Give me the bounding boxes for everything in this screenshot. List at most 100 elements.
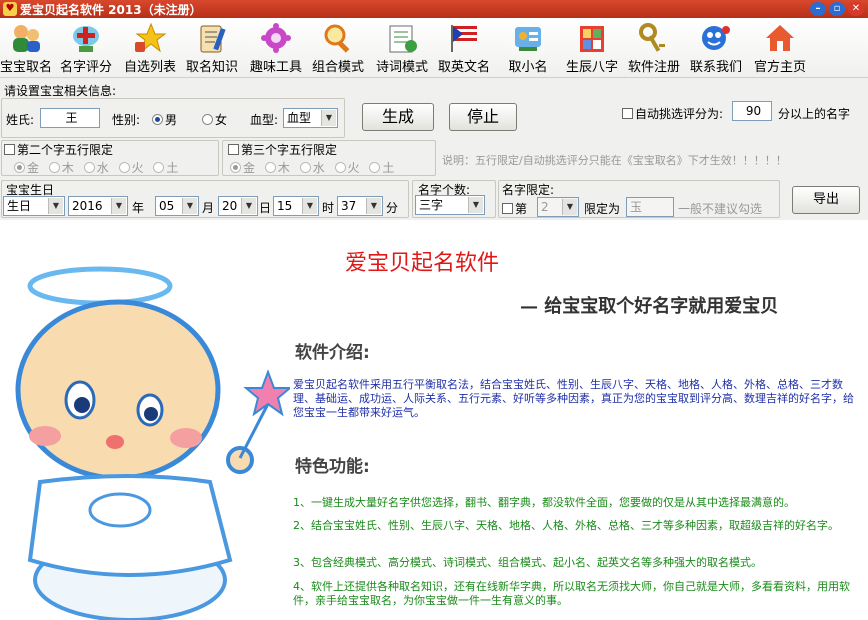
bazi-icon	[580, 26, 604, 52]
element-radio[interactable]: 金	[230, 161, 255, 175]
minimize-icon[interactable]: –	[810, 2, 826, 16]
element-radio[interactable]: 水	[299, 161, 325, 175]
chevron-down-icon: ▼	[468, 197, 483, 213]
score-icon	[73, 26, 99, 52]
birth-type-select[interactable]: 生日 ▼	[3, 196, 65, 216]
window-title: 爱宝贝起名软件 2013（未注册）	[20, 3, 202, 17]
auto-score-label: 自动挑选评分为:	[635, 107, 724, 121]
limit-char-input[interactable]: 玉	[626, 197, 674, 217]
tool-contact-button[interactable]: 联系我们	[684, 20, 748, 76]
baby-icon	[13, 25, 40, 52]
hour-value: 15	[277, 199, 293, 213]
element-radio[interactable]: 火	[334, 161, 360, 175]
element-radio[interactable]: 金	[14, 161, 39, 175]
flag-icon	[451, 25, 477, 52]
limit-pos-prefix: 第	[515, 202, 528, 216]
blood-label: 血型:	[250, 113, 279, 127]
tool-combo-mode-button[interactable]: 组合模式	[306, 20, 370, 76]
second-char-elements: 金 木 水 火 土	[14, 159, 178, 176]
tool-nickname-button[interactable]: 取小名	[496, 20, 560, 76]
limit-hint: 一般不建议勾选	[678, 202, 763, 216]
tool-poem-mode-button[interactable]: 诗词模式	[370, 20, 434, 76]
tools-icon	[515, 27, 541, 51]
name-length-select[interactable]: 三字 ▼	[415, 195, 485, 215]
blood-type-select[interactable]: 血型 ▼	[283, 108, 338, 128]
tool-homepage-button[interactable]: 官方主页	[748, 20, 812, 76]
chevron-down-icon: ▼	[241, 198, 256, 214]
second-char-label: 第二个字五行限定	[17, 143, 114, 157]
tool-english-name-button[interactable]: 取英文名	[432, 20, 496, 76]
year-value: 2016	[72, 199, 103, 213]
maximize-icon[interactable]: ▫	[829, 2, 845, 16]
home-icon	[766, 25, 794, 51]
tool-fun-tools-button[interactable]: 趣味工具	[244, 20, 308, 76]
gender-male-label: 男	[165, 113, 178, 127]
chevron-down-icon: ▼	[48, 198, 63, 214]
auto-score-suffix: 分以上的名字	[778, 107, 851, 121]
element-radio[interactable]: 水	[83, 161, 109, 175]
settings-panel: 请设置宝宝相关信息: 姓氏: 王 性别: 男 女 血型: 血型 ▼ 生成 停止 自…	[0, 78, 868, 220]
features-heading: 特色功能:	[295, 457, 370, 477]
toolbar: 宝宝取名 名字评分 自选列表 取名知识 趣味工具 组合模式 诗词模式 取英文名 …	[0, 18, 868, 78]
app-icon: ♥	[3, 2, 17, 16]
element-radio[interactable]: 木	[48, 161, 74, 175]
stop-button[interactable]: 停止	[449, 103, 517, 131]
name-limit-checkbox[interactable]: 第	[502, 200, 527, 217]
tool-favorites-button[interactable]: 自选列表	[118, 20, 182, 76]
app-name-heading: 爱宝贝起名软件	[345, 251, 500, 276]
feature-item: 2、结合宝宝姓氏、性别、生辰八字、天格、地格、人格、外格、总格、三才等多种因素，…	[293, 519, 839, 532]
third-char-checkbox[interactable]: 第三个字五行限定	[228, 141, 337, 158]
chevron-down-icon: ▼	[562, 199, 577, 215]
minute-unit: 分	[386, 201, 399, 215]
tool-baby-naming-button[interactable]: 宝宝取名	[0, 20, 58, 76]
month-unit: 月	[202, 201, 215, 215]
month-select[interactable]: 05 ▼	[155, 196, 199, 216]
year-unit: 年	[132, 201, 145, 215]
limit-position-select[interactable]: 2 ▼	[537, 197, 579, 217]
feature-item: 4、软件上还提供各种取名知识，还有在线新华字典，所以取名无须找大师，你自己就是大…	[293, 580, 850, 607]
magnifier-icon	[324, 24, 350, 53]
year-select[interactable]: 2016 ▼	[68, 196, 128, 216]
auto-score-checkbox[interactable]: 自动挑选评分为:	[622, 105, 723, 122]
title-bar: ♥ 爱宝贝起名软件 2013（未注册） – ▫ ✕	[0, 0, 868, 18]
minute-select[interactable]: 37 ▼	[337, 196, 383, 216]
chevron-down-icon: ▼	[366, 198, 381, 214]
element-radio[interactable]: 木	[264, 161, 290, 175]
third-char-elements: 金 木 水 火 土	[230, 159, 394, 176]
auto-score-input[interactable]: 90	[732, 101, 772, 121]
feature-item: 3、包含经典模式、高分模式、诗词模式、组合模式、起小名、起英文名等多种强大的取名…	[293, 556, 762, 569]
tool-label: 名字评分	[59, 60, 112, 75]
tool-label: 联系我们	[689, 60, 742, 75]
day-select[interactable]: 20 ▼	[218, 196, 258, 216]
feature-item: 1、一键生成大量好名字供您选择，翻书、翻字典，都没软件全面，您要做的仅是从其中选…	[293, 496, 795, 509]
close-icon[interactable]: ✕	[848, 2, 864, 16]
gender-male-radio[interactable]: 男	[152, 111, 177, 128]
element-radio[interactable]: 火	[118, 161, 144, 175]
star-list-icon	[135, 22, 167, 53]
intro-text: 爱宝贝起名软件采用五行平衡取名法，结合宝宝姓氏、性别、生辰八字、天格、地格、人格…	[293, 378, 854, 419]
limit-position-value: 2	[541, 200, 549, 214]
tool-name-score-button[interactable]: 名字评分	[54, 20, 118, 76]
surname-input[interactable]: 王	[40, 108, 100, 128]
blood-type-value: 血型	[287, 111, 312, 125]
generate-button[interactable]: 生成	[362, 103, 434, 131]
tool-knowledge-button[interactable]: 取名知识	[180, 20, 244, 76]
tool-label: 取英文名	[437, 60, 490, 75]
tool-label: 自选列表	[123, 60, 176, 75]
book-icon	[200, 25, 226, 53]
second-char-checkbox[interactable]: 第二个字五行限定	[4, 141, 113, 158]
third-char-label: 第三个字五行限定	[241, 143, 338, 157]
hour-select[interactable]: 15 ▼	[273, 196, 319, 216]
export-button[interactable]: 导出	[792, 186, 860, 214]
gender-female-radio[interactable]: 女	[202, 111, 227, 128]
tool-label: 软件注册	[627, 60, 680, 75]
section-title: 请设置宝宝相关信息:	[4, 84, 117, 98]
tool-label: 取小名	[508, 60, 548, 75]
tool-bazi-button[interactable]: 生辰八字	[560, 20, 624, 76]
birth-type-value: 生日	[7, 199, 32, 213]
tool-label: 取名知识	[185, 60, 238, 75]
element-radio[interactable]: 土	[369, 161, 394, 175]
element-radio[interactable]: 土	[153, 161, 178, 175]
tool-register-button[interactable]: 软件注册	[622, 20, 686, 76]
day-unit: 日	[259, 201, 272, 215]
